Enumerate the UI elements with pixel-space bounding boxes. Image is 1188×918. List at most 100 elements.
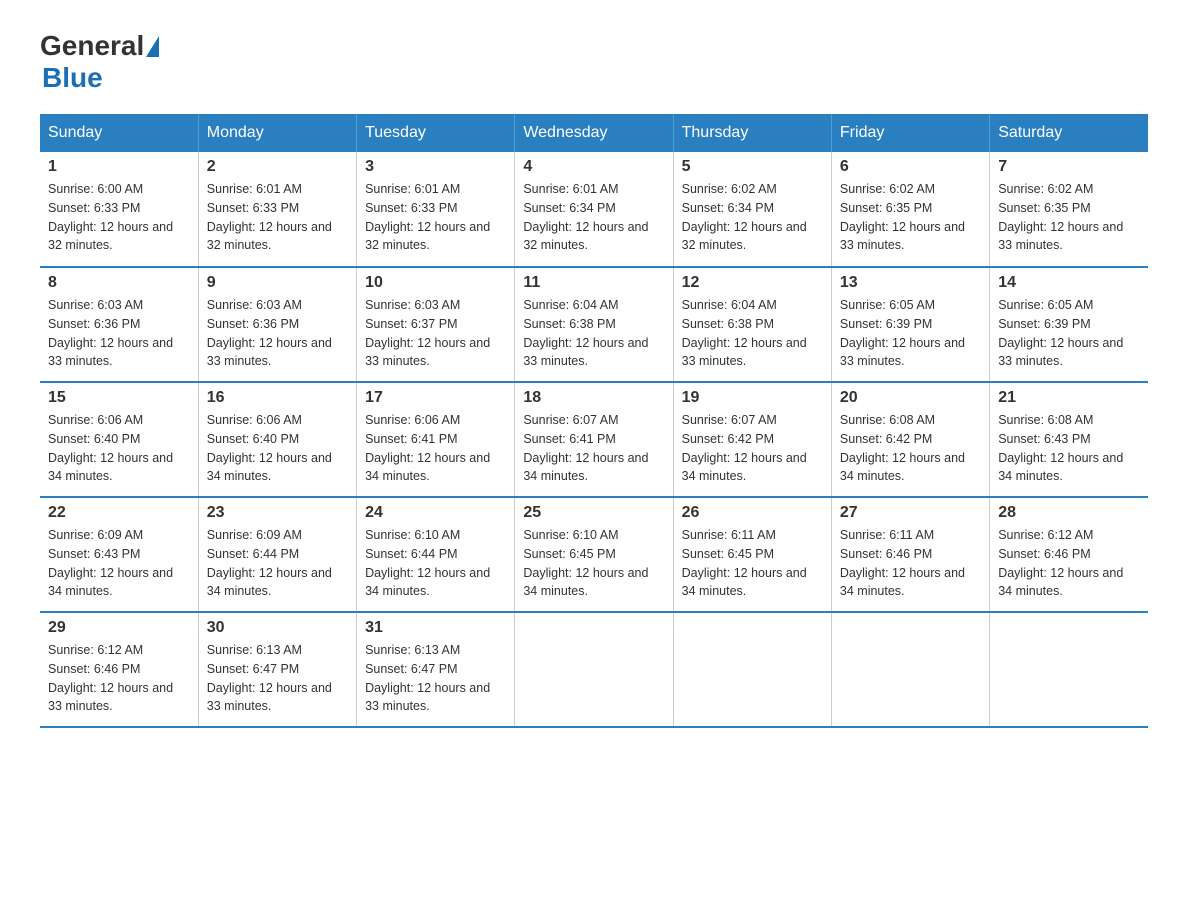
day-number: 27	[840, 504, 981, 522]
day-number: 31	[365, 619, 506, 637]
day-info: Sunrise: 6:07 AMSunset: 6:41 PMDaylight:…	[523, 411, 664, 486]
day-number: 16	[207, 389, 348, 407]
calendar-week-row: 8 Sunrise: 6:03 AMSunset: 6:36 PMDaylight…	[40, 267, 1148, 382]
day-number: 13	[840, 274, 981, 292]
calendar-cell: 19 Sunrise: 6:07 AMSunset: 6:42 PMDayligh…	[673, 382, 831, 497]
day-number: 26	[682, 504, 823, 522]
day-number: 22	[48, 504, 190, 522]
day-number: 10	[365, 274, 506, 292]
calendar-cell: 31 Sunrise: 6:13 AMSunset: 6:47 PMDayligh…	[357, 612, 515, 727]
calendar-cell: 18 Sunrise: 6:07 AMSunset: 6:41 PMDayligh…	[515, 382, 673, 497]
calendar-cell: 7 Sunrise: 6:02 AMSunset: 6:35 PMDaylight…	[990, 152, 1148, 267]
day-number: 14	[998, 274, 1140, 292]
day-info: Sunrise: 6:02 AMSunset: 6:35 PMDaylight:…	[998, 180, 1140, 255]
calendar-week-row: 22 Sunrise: 6:09 AMSunset: 6:43 PMDayligh…	[40, 497, 1148, 612]
weekday-header-tuesday: Tuesday	[357, 114, 515, 152]
day-info: Sunrise: 6:06 AMSunset: 6:40 PMDaylight:…	[48, 411, 190, 486]
calendar-week-row: 15Sunrise: 6:06 AMSunset: 6:40 PMDayligh…	[40, 382, 1148, 497]
calendar-cell: 25 Sunrise: 6:10 AMSunset: 6:45 PMDayligh…	[515, 497, 673, 612]
logo-general-text: General	[40, 30, 144, 62]
day-info: Sunrise: 6:01 AMSunset: 6:34 PMDaylight:…	[523, 180, 664, 255]
weekday-header-sunday: Sunday	[40, 114, 198, 152]
calendar-cell: 6Sunrise: 6:02 AMSunset: 6:35 PMDaylight…	[831, 152, 989, 267]
day-number: 3	[365, 158, 506, 176]
calendar-cell: 9 Sunrise: 6:03 AMSunset: 6:36 PMDaylight…	[198, 267, 356, 382]
day-info: Sunrise: 6:08 AMSunset: 6:42 PMDaylight:…	[840, 411, 981, 486]
calendar-cell: 11Sunrise: 6:04 AMSunset: 6:38 PMDayligh…	[515, 267, 673, 382]
day-number: 11	[523, 274, 664, 292]
calendar-week-row: 29 Sunrise: 6:12 AMSunset: 6:46 PMDayligh…	[40, 612, 1148, 727]
day-info: Sunrise: 6:01 AMSunset: 6:33 PMDaylight:…	[207, 180, 348, 255]
day-info: Sunrise: 6:10 AMSunset: 6:45 PMDaylight:…	[523, 526, 664, 601]
day-info: Sunrise: 6:07 AMSunset: 6:42 PMDaylight:…	[682, 411, 823, 486]
day-number: 30	[207, 619, 348, 637]
calendar-week-row: 1 Sunrise: 6:00 AMSunset: 6:33 PMDaylight…	[40, 152, 1148, 267]
day-number: 2	[207, 158, 348, 176]
day-number: 29	[48, 619, 190, 637]
weekday-header-monday: Monday	[198, 114, 356, 152]
day-number: 18	[523, 389, 664, 407]
day-info: Sunrise: 6:01 AMSunset: 6:33 PMDaylight:…	[365, 180, 506, 255]
calendar-cell: 3 Sunrise: 6:01 AMSunset: 6:33 PMDaylight…	[357, 152, 515, 267]
calendar-cell: 12 Sunrise: 6:04 AMSunset: 6:38 PMDayligh…	[673, 267, 831, 382]
day-number: 19	[682, 389, 823, 407]
calendar-table: SundayMondayTuesdayWednesdayThursdayFrid…	[40, 114, 1148, 728]
day-info: Sunrise: 6:04 AMSunset: 6:38 PMDaylight:…	[682, 296, 823, 371]
calendar-cell: 24 Sunrise: 6:10 AMSunset: 6:44 PMDayligh…	[357, 497, 515, 612]
calendar-cell: 1 Sunrise: 6:00 AMSunset: 6:33 PMDaylight…	[40, 152, 198, 267]
day-info: Sunrise: 6:00 AMSunset: 6:33 PMDaylight:…	[48, 180, 190, 255]
day-number: 9	[207, 274, 348, 292]
calendar-cell: 17 Sunrise: 6:06 AMSunset: 6:41 PMDayligh…	[357, 382, 515, 497]
day-number: 24	[365, 504, 506, 522]
day-info: Sunrise: 6:06 AMSunset: 6:40 PMDaylight:…	[207, 411, 348, 486]
day-number: 20	[840, 389, 981, 407]
calendar-cell: 14 Sunrise: 6:05 AMSunset: 6:39 PMDayligh…	[990, 267, 1148, 382]
weekday-header-thursday: Thursday	[673, 114, 831, 152]
day-info: Sunrise: 6:13 AMSunset: 6:47 PMDaylight:…	[207, 641, 348, 716]
weekday-header-wednesday: Wednesday	[515, 114, 673, 152]
day-number: 23	[207, 504, 348, 522]
day-number: 25	[523, 504, 664, 522]
calendar-cell: 30 Sunrise: 6:13 AMSunset: 6:47 PMDayligh…	[198, 612, 356, 727]
day-info: Sunrise: 6:06 AMSunset: 6:41 PMDaylight:…	[365, 411, 506, 486]
calendar-cell: 27 Sunrise: 6:11 AMSunset: 6:46 PMDayligh…	[831, 497, 989, 612]
day-info: Sunrise: 6:05 AMSunset: 6:39 PMDaylight:…	[998, 296, 1140, 371]
day-info: Sunrise: 6:03 AMSunset: 6:36 PMDaylight:…	[207, 296, 348, 371]
day-info: Sunrise: 6:09 AMSunset: 6:43 PMDaylight:…	[48, 526, 190, 601]
logo-triangle-icon	[146, 36, 159, 57]
day-number: 12	[682, 274, 823, 292]
weekday-header-saturday: Saturday	[990, 114, 1148, 152]
day-info: Sunrise: 6:11 AMSunset: 6:46 PMDaylight:…	[840, 526, 981, 601]
day-number: 21	[998, 389, 1140, 407]
logo-blue-text: Blue	[42, 62, 103, 93]
day-number: 5	[682, 158, 823, 176]
calendar-cell	[831, 612, 989, 727]
day-number: 28	[998, 504, 1140, 522]
day-info: Sunrise: 6:10 AMSunset: 6:44 PMDaylight:…	[365, 526, 506, 601]
day-number: 17	[365, 389, 506, 407]
calendar-cell: 28Sunrise: 6:12 AMSunset: 6:46 PMDayligh…	[990, 497, 1148, 612]
day-info: Sunrise: 6:09 AMSunset: 6:44 PMDaylight:…	[207, 526, 348, 601]
calendar-cell: 4 Sunrise: 6:01 AMSunset: 6:34 PMDaylight…	[515, 152, 673, 267]
day-number: 6	[840, 158, 981, 176]
calendar-cell: 15Sunrise: 6:06 AMSunset: 6:40 PMDayligh…	[40, 382, 198, 497]
calendar-cell	[515, 612, 673, 727]
day-info: Sunrise: 6:11 AMSunset: 6:45 PMDaylight:…	[682, 526, 823, 601]
day-info: Sunrise: 6:13 AMSunset: 6:47 PMDaylight:…	[365, 641, 506, 716]
day-info: Sunrise: 6:05 AMSunset: 6:39 PMDaylight:…	[840, 296, 981, 371]
calendar-cell	[990, 612, 1148, 727]
calendar-cell: 8Sunrise: 6:03 AMSunset: 6:36 PMDaylight…	[40, 267, 198, 382]
weekday-header-friday: Friday	[831, 114, 989, 152]
page-header: General Blue	[40, 30, 1148, 94]
day-info: Sunrise: 6:12 AMSunset: 6:46 PMDaylight:…	[48, 641, 190, 716]
calendar-cell: 26 Sunrise: 6:11 AMSunset: 6:45 PMDayligh…	[673, 497, 831, 612]
day-number: 8	[48, 274, 190, 292]
calendar-cell	[673, 612, 831, 727]
day-number: 4	[523, 158, 664, 176]
day-number: 7	[998, 158, 1140, 176]
logo: General Blue	[40, 30, 161, 94]
calendar-cell: 20 Sunrise: 6:08 AMSunset: 6:42 PMDayligh…	[831, 382, 989, 497]
calendar-cell: 22 Sunrise: 6:09 AMSunset: 6:43 PMDayligh…	[40, 497, 198, 612]
day-info: Sunrise: 6:03 AMSunset: 6:37 PMDaylight:…	[365, 296, 506, 371]
day-number: 1	[48, 158, 190, 176]
